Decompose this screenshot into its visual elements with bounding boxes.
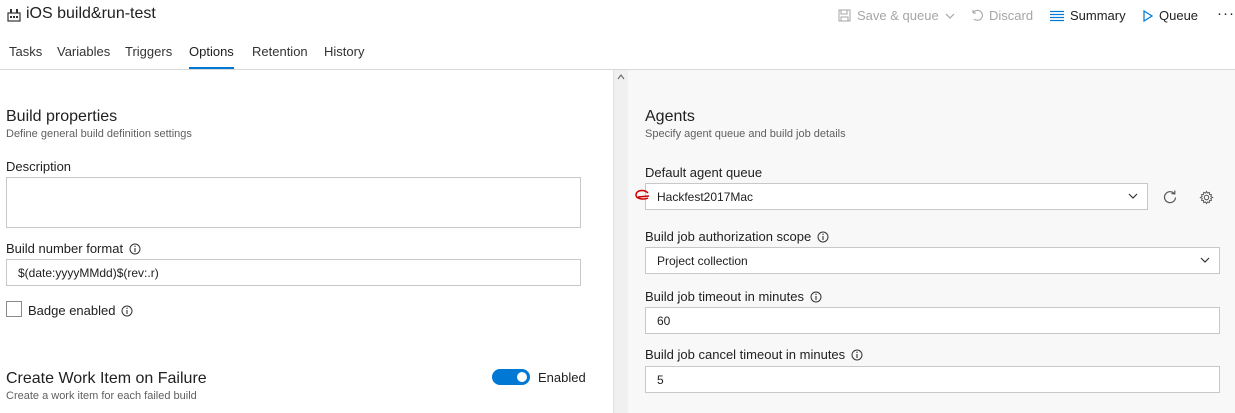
play-icon	[1143, 9, 1153, 22]
queue-label: Queue	[1159, 8, 1199, 23]
summary-label: Summary	[1070, 8, 1126, 23]
panel-scrollbar[interactable]	[613, 70, 628, 413]
build-properties-panel: Build properties Define general build de…	[0, 70, 613, 413]
refresh-icon	[1163, 190, 1177, 204]
build-properties-title: Build properties	[6, 108, 118, 125]
cancel-timeout-field[interactable]: 5	[645, 366, 1220, 393]
save-icon	[838, 9, 851, 22]
tab-bar: Tasks Variables Triggers Options Retenti…	[0, 38, 1235, 69]
info-icon[interactable]	[129, 243, 141, 255]
default-queue-dropdown[interactable]: Hackfest2017Mac	[645, 183, 1148, 210]
badge-enabled-checkbox[interactable]	[6, 301, 22, 317]
discard-button[interactable]: Discard	[970, 8, 1033, 23]
undo-icon	[972, 9, 983, 21]
build-number-format-label: Build number format	[6, 241, 141, 256]
save-queue-button[interactable]: Save & queue	[838, 8, 955, 23]
chevron-down-icon	[1200, 257, 1210, 263]
agents-panel: Agents Specify agent queue and build job…	[628, 70, 1235, 413]
default-queue-label: Default agent queue	[645, 165, 763, 180]
save-queue-label: Save & queue	[857, 8, 939, 23]
work-item-toggle[interactable]	[492, 369, 530, 385]
agents-subtitle: Specify agent queue and build job detail…	[645, 128, 846, 140]
more-icon: ···	[1217, 5, 1235, 22]
cancel-timeout-label: Build job cancel timeout in minutes	[645, 347, 863, 362]
discard-label: Discard	[989, 8, 1034, 23]
refresh-queue-button[interactable]	[1157, 184, 1183, 210]
auth-scope-label: Build job authorization scope	[645, 229, 829, 244]
work-item-title: Create Work Item on Failure	[6, 370, 207, 387]
work-item-subtitle: Create a work item for each failed build	[6, 390, 197, 402]
gear-icon	[1198, 189, 1214, 205]
annotation-circle-icon	[635, 189, 650, 200]
badge-enabled-label: Badge enabled	[28, 303, 133, 318]
header-bar: iOS build&run-test Save & queue Discard …	[0, 0, 1235, 34]
build-properties-subtitle: Define general build definition settings	[6, 128, 192, 140]
manage-queue-button[interactable]	[1193, 184, 1219, 210]
chevron-down-icon	[945, 13, 955, 19]
build-pipeline-icon	[7, 9, 21, 22]
queue-button[interactable]: Queue	[1143, 8, 1198, 23]
list-icon	[1050, 10, 1064, 21]
summary-button[interactable]: Summary	[1050, 8, 1126, 23]
agents-title: Agents	[645, 108, 695, 125]
info-icon[interactable]	[851, 349, 863, 361]
description-label: Description	[6, 159, 72, 174]
tab-variables[interactable]: Variables	[57, 44, 110, 69]
tab-retention[interactable]: Retention	[252, 44, 308, 69]
tab-history[interactable]: History	[324, 44, 364, 69]
info-icon[interactable]	[121, 305, 133, 317]
tab-triggers[interactable]: Triggers	[125, 44, 172, 69]
auth-scope-dropdown[interactable]: Project collection	[645, 247, 1220, 274]
page-title: iOS build&run-test	[26, 5, 156, 22]
tab-tasks[interactable]: Tasks	[9, 44, 42, 69]
tab-options[interactable]: Options	[189, 44, 234, 69]
description-field[interactable]	[6, 177, 581, 228]
more-actions-button[interactable]: ···	[1217, 5, 1235, 22]
info-icon[interactable]	[817, 231, 829, 243]
info-icon[interactable]	[810, 291, 822, 303]
build-number-format-field[interactable]: $(date:yyyyMMdd)$(rev:.r)	[6, 259, 581, 286]
chevron-up-icon[interactable]	[617, 74, 625, 80]
work-item-toggle-label: Enabled	[538, 370, 586, 385]
timeout-field[interactable]: 60	[645, 307, 1220, 334]
timeout-label: Build job timeout in minutes	[645, 289, 822, 304]
chevron-down-icon	[1128, 193, 1138, 199]
